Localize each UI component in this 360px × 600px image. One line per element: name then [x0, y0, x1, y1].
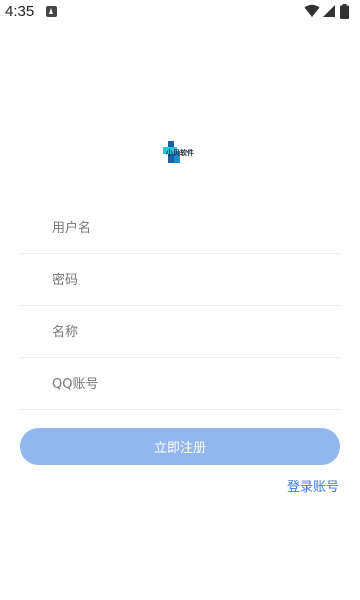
- logo-text: 小贝软件: [165, 148, 194, 157]
- username-input[interactable]: [52, 215, 322, 241]
- name-row: [20, 306, 340, 358]
- name-input[interactable]: [52, 319, 322, 345]
- signal-icon: [323, 5, 335, 17]
- wifi-icon: [304, 4, 320, 17]
- status-time: 4:35: [5, 3, 35, 20]
- username-row: [20, 202, 340, 254]
- password-input[interactable]: [52, 267, 322, 293]
- register-button[interactable]: 立即注册: [20, 428, 340, 465]
- password-row: [20, 254, 340, 306]
- app-logo: 小贝软件: [161, 139, 199, 165]
- status-bar: 4:35: [0, 0, 360, 24]
- login-link[interactable]: 登录账号: [287, 476, 339, 495]
- battery-icon: [340, 4, 349, 19]
- qq-row: [20, 358, 340, 410]
- status-icons: [304, 4, 356, 20]
- app-notification-icon: [46, 6, 57, 17]
- qq-input[interactable]: [52, 371, 322, 397]
